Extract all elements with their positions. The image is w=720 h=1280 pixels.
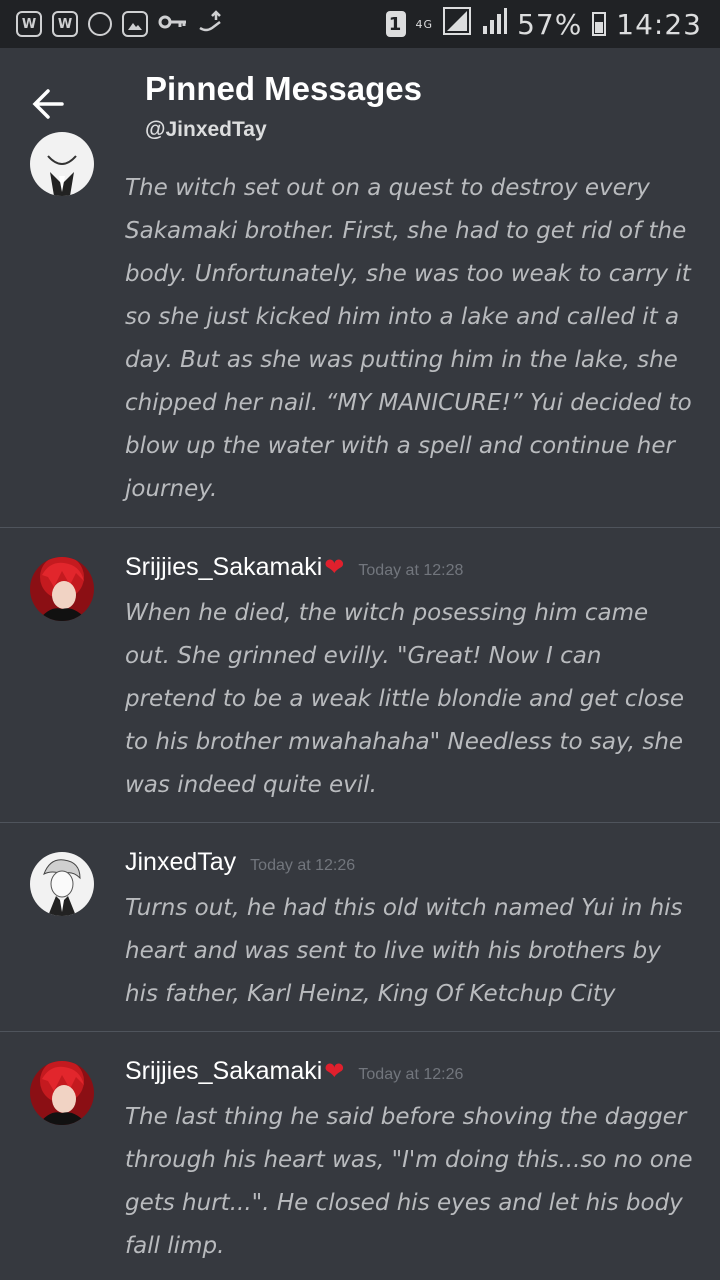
mail-icon: W	[16, 11, 42, 37]
mail-icon: W	[52, 11, 78, 37]
battery-icon	[592, 12, 607, 36]
back-arrow-icon[interactable]	[28, 84, 68, 124]
timestamp: Today at 12:26	[358, 1066, 464, 1083]
timestamp: Today at 12:26	[250, 857, 356, 874]
header: Pinned Messages @JinxedTay	[0, 48, 720, 156]
timestamp: Today at 12:28	[358, 562, 464, 579]
circle-icon	[88, 12, 112, 36]
network-type: 4G	[415, 17, 434, 31]
pinned-message[interactable]: Srijjies_Sakamaki❤ Today at 12:28 When h…	[0, 527, 720, 822]
author-name[interactable]: JinxedTay	[125, 848, 236, 877]
battery-percent: 57%	[517, 7, 583, 41]
system-status: 1 4G 57% 14:23	[385, 6, 702, 42]
heart-emoji: ❤	[324, 1057, 345, 1085]
author-name[interactable]: Srijjies_Sakamaki❤	[125, 1057, 344, 1086]
key-icon	[158, 12, 188, 36]
signal-icon	[443, 6, 472, 42]
status-bar: W W 1 4G 57% 14:23	[0, 0, 720, 48]
pinned-message-list: The witch set out on a quest to destroy …	[0, 132, 720, 1280]
avatar[interactable]	[30, 852, 94, 916]
notification-icons: W W	[16, 8, 224, 40]
channel-name: @JinxedTay	[145, 118, 267, 141]
page-title: Pinned Messages	[145, 70, 422, 107]
message-header: Srijjies_Sakamaki❤ Today at 12:28	[125, 553, 463, 582]
avatar[interactable]	[30, 557, 94, 621]
message-header: JinxedTay Today at 12:26	[125, 848, 355, 877]
sim-indicator: 1	[385, 11, 406, 37]
pinned-message[interactable]: JinxedTay Today at 12:26 Turns out, he h…	[0, 822, 720, 1031]
image-icon	[122, 11, 148, 37]
message-text: When he died, the witch posessing him ca…	[125, 600, 685, 798]
signal-strength-icon	[481, 7, 508, 41]
pinned-message[interactable]: Srijjies_Sakamaki❤ Today at 12:26 The la…	[0, 1031, 720, 1280]
author-name[interactable]: Srijjies_Sakamaki❤	[125, 553, 344, 582]
heart-emoji: ❤	[324, 553, 345, 581]
avatar[interactable]	[30, 1061, 94, 1125]
avatar[interactable]	[30, 132, 94, 196]
message-text: The witch set out on a quest to destroy …	[125, 175, 692, 502]
pinned-message[interactable]: The witch set out on a quest to destroy …	[0, 132, 720, 527]
message-text: Turns out, he had this old witch named Y…	[125, 895, 683, 1007]
sync-icon	[198, 10, 224, 38]
clock: 14:23	[616, 7, 702, 41]
message-header: Srijjies_Sakamaki❤ Today at 12:26	[125, 1057, 463, 1086]
message-text: The last thing he said before shoving th…	[125, 1104, 693, 1259]
